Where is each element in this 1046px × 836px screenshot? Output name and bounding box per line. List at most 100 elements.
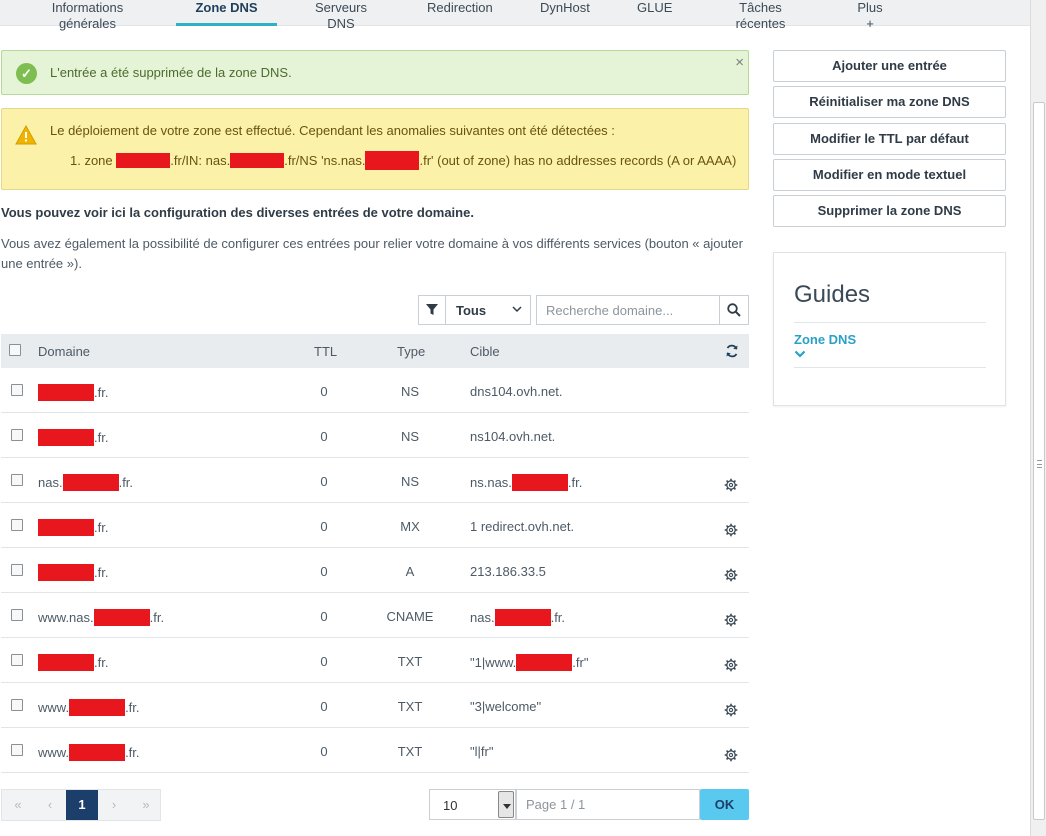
- cell-target: "l|fr": [470, 744, 493, 759]
- target-suffix: .fr": [572, 655, 589, 670]
- cell-domain: .fr.: [38, 564, 108, 581]
- gear-icon[interactable]: [724, 478, 738, 492]
- row-checkbox[interactable]: [11, 654, 23, 666]
- gear-icon[interactable]: [724, 658, 738, 672]
- target-prefix: 1 redirect.ovh.net.: [470, 519, 575, 534]
- chevron-down-icon[interactable]: [794, 349, 806, 359]
- row-checkbox[interactable]: [11, 429, 23, 441]
- domain-suffix: .fr.: [94, 385, 109, 400]
- tab-serveurs-dns[interactable]: Serveurs DNS: [304, 0, 378, 31]
- domain-suffix: .fr.: [125, 700, 140, 715]
- prev-page-button[interactable]: ‹: [34, 790, 66, 820]
- tab-taches-recentes[interactable]: Tâches récentes: [717, 0, 804, 31]
- cell-ttl: 0: [320, 699, 328, 714]
- tab-informations-generales[interactable]: Informations générales: [25, 0, 150, 31]
- guides-title: Guides: [794, 281, 871, 308]
- page-number-input[interactable]: [516, 789, 700, 820]
- column-type[interactable]: Type: [397, 344, 425, 359]
- delete-zone-button[interactable]: Supprimer la zone DNS: [773, 195, 1006, 227]
- gear-icon[interactable]: [724, 568, 738, 582]
- tab-zone-dns[interactable]: Zone DNS: [176, 0, 277, 26]
- table-row[interactable]: www. .fr. 0 TXT "l|fr": [1, 728, 749, 773]
- search-button[interactable]: [719, 295, 749, 325]
- domain-suffix: .fr.: [94, 655, 109, 670]
- table-row[interactable]: .fr. 0 NS ns104.ovh.net.: [1, 413, 749, 458]
- redaction: [93, 609, 150, 626]
- tab-bar: Informations générales Zone DNS Serveurs…: [0, 0, 1030, 31]
- refresh-icon[interactable]: [725, 344, 739, 358]
- add-entry-button[interactable]: Ajouter une entrée: [773, 50, 1006, 82]
- guide-link-zone-dns[interactable]: Zone DNS: [794, 332, 856, 347]
- search-input[interactable]: [536, 295, 720, 325]
- warning-item: 1. zone .fr/IN: nas. .fr/NS 'ns.nas. .fr' …: [70, 151, 736, 170]
- ok-button[interactable]: OK: [700, 789, 749, 820]
- table-row[interactable]: .fr. 0 TXT "1|www. .fr": [1, 638, 749, 683]
- row-checkbox[interactable]: [11, 474, 23, 486]
- row-checkbox[interactable]: [11, 384, 23, 396]
- last-page-button[interactable]: »: [130, 790, 162, 820]
- gear-icon[interactable]: [724, 613, 738, 627]
- type-filter-select[interactable]: Tous: [445, 295, 531, 325]
- cell-target: ns.nas. .fr.: [470, 474, 582, 491]
- search-icon: [727, 303, 741, 317]
- tab-redirection[interactable]: Redirection: [427, 0, 493, 26]
- tab-dynhost[interactable]: DynHost: [540, 0, 590, 26]
- cell-domain: .fr.: [38, 654, 108, 671]
- cell-ttl: 0: [320, 384, 328, 399]
- table-row[interactable]: .fr. 0 MX 1 redirect.ovh.net.: [1, 503, 749, 548]
- target-prefix: dns104.ovh.net.: [470, 384, 563, 399]
- pagination: « ‹ 1 › »: [1, 789, 161, 821]
- current-page-button[interactable]: 1: [66, 790, 98, 820]
- tab-plus[interactable]: Plus +: [853, 0, 887, 31]
- table-body: .fr. 0 NS dns104.ovh.net. .fr. 0 NS ns104.ovh.n…: [1, 368, 749, 773]
- chevron-down-icon: [512, 306, 522, 313]
- cell-target: 213.186.33.5: [470, 564, 546, 579]
- select-all-checkbox[interactable]: [9, 344, 21, 356]
- first-page-button[interactable]: «: [2, 790, 34, 820]
- table-row[interactable]: www.nas. .fr. 0 CNAME nas. .fr.: [1, 593, 749, 638]
- next-page-button[interactable]: ›: [98, 790, 130, 820]
- redaction: [38, 519, 94, 536]
- domain-suffix: .fr.: [125, 745, 140, 760]
- cell-target: nas. .fr.: [470, 609, 565, 626]
- redaction: [62, 474, 119, 491]
- gear-icon[interactable]: [724, 523, 738, 537]
- vertical-scrollbar[interactable]: [1030, 0, 1046, 836]
- table-row[interactable]: .fr. 0 A 213.186.33.5: [1, 548, 749, 593]
- target-prefix: ns.nas.: [470, 475, 512, 490]
- text-mode-button[interactable]: Modifier en mode textuel: [773, 159, 1006, 191]
- gear-icon[interactable]: [724, 748, 738, 762]
- target-prefix: "3|welcome": [470, 699, 542, 714]
- domain-prefix: nas.: [38, 475, 63, 490]
- table-row[interactable]: www. .fr. 0 TXT "3|welcome": [1, 683, 749, 728]
- redaction: [365, 151, 420, 170]
- redaction: [511, 474, 568, 491]
- scrollbar-thumb[interactable]: [1033, 102, 1045, 820]
- filter-icon: [426, 304, 438, 315]
- domain-suffix: .fr.: [94, 430, 109, 445]
- page-size-select[interactable]: 10: [429, 789, 516, 820]
- close-icon[interactable]: ×: [735, 54, 744, 71]
- column-target[interactable]: Cible: [470, 344, 500, 359]
- column-ttl[interactable]: TTL: [314, 344, 337, 359]
- reset-zone-button[interactable]: Réinitialiser ma zone DNS: [773, 86, 1006, 118]
- edit-default-ttl-button[interactable]: Modifier le TTL par défaut: [773, 123, 1006, 155]
- page-size-value: 10: [443, 798, 458, 813]
- column-domain[interactable]: Domaine: [38, 344, 90, 359]
- row-checkbox[interactable]: [11, 564, 23, 576]
- row-checkbox[interactable]: [11, 744, 23, 756]
- gear-icon[interactable]: [724, 703, 738, 717]
- cell-domain: .fr.: [38, 519, 108, 536]
- cell-target: dns104.ovh.net.: [470, 384, 563, 399]
- domain-prefix: www.nas.: [38, 610, 94, 625]
- filter-button[interactable]: [418, 295, 446, 325]
- row-checkbox[interactable]: [11, 609, 23, 621]
- row-checkbox[interactable]: [11, 519, 23, 531]
- table-row[interactable]: nas. .fr. 0 NS ns.nas. .fr.: [1, 458, 749, 503]
- redaction: [38, 654, 94, 671]
- tab-glue[interactable]: GLUE: [637, 0, 672, 26]
- table-row[interactable]: .fr. 0 NS dns104.ovh.net.: [1, 368, 749, 413]
- cell-domain: .fr.: [38, 429, 108, 446]
- scrollbar-grip: [1037, 460, 1042, 468]
- row-checkbox[interactable]: [11, 699, 23, 711]
